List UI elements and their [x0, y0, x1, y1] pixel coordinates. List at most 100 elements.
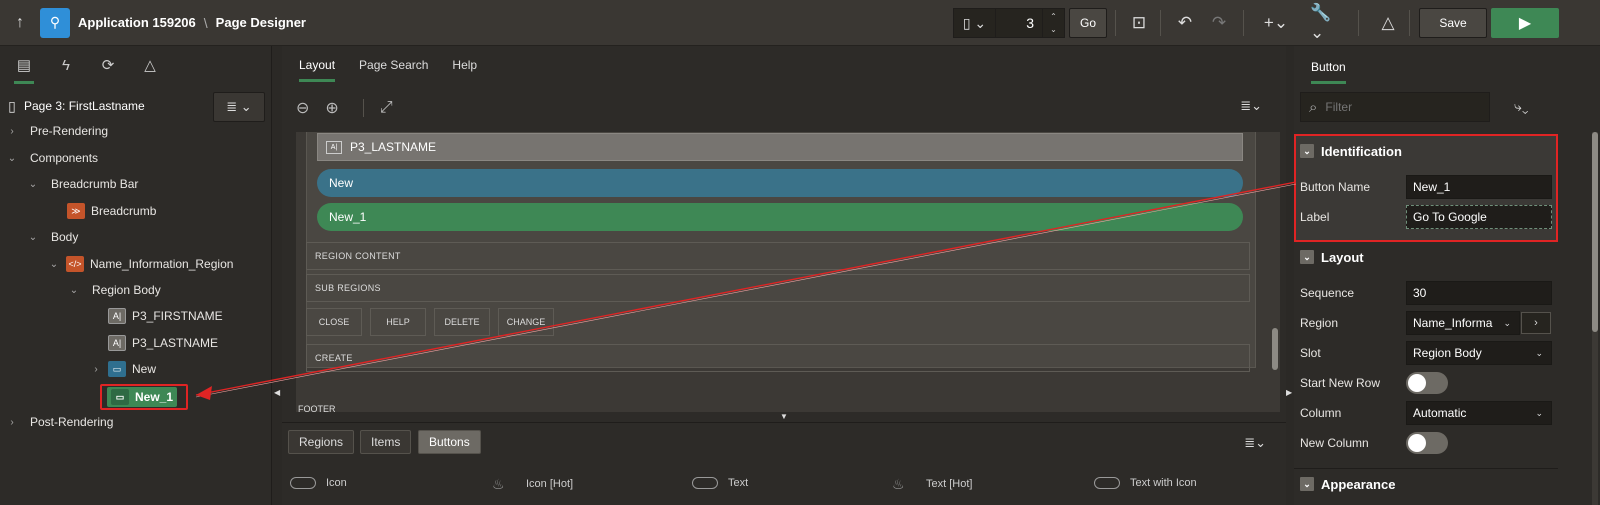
page-spinner[interactable]: ⌃ ⌄	[1042, 9, 1064, 37]
help-slot[interactable]: HELP	[370, 308, 426, 336]
label-input[interactable]: Go To Google	[1406, 205, 1552, 229]
go-to-region-button[interactable]: ›	[1521, 312, 1551, 334]
collapse-gallery-icon[interactable]: ▼	[780, 412, 788, 421]
scroll-thumb[interactable]	[1592, 132, 1598, 332]
canvas-button-new-1[interactable]: New_1	[317, 203, 1243, 231]
gallery-tab-buttons[interactable]: Buttons	[418, 430, 481, 454]
footer-slot-label[interactable]: FOOTER	[298, 404, 336, 414]
delete-slot[interactable]: DELETE	[434, 308, 490, 336]
identification-header[interactable]: ⌄ Identification	[1294, 136, 1558, 166]
chevron-up-icon[interactable]: ⌃	[1050, 10, 1057, 23]
right-splitter[interactable]: ▶	[1286, 46, 1294, 505]
canvas-scrollbar[interactable]	[1272, 132, 1278, 398]
chevron-down-icon[interactable]: ⌄	[6, 153, 18, 164]
canvas-item-p3-lastname[interactable]: A| P3_LASTNAME	[317, 133, 1243, 161]
chevron-right-icon[interactable]: ›	[6, 126, 18, 137]
tree-node-p3-firstname[interactable]: A| P3_FIRSTNAME	[0, 303, 272, 329]
processing-tab-icon[interactable]: ⟳	[96, 53, 120, 77]
chevron-down-icon[interactable]: ⌄	[27, 232, 39, 243]
go-button[interactable]: Go	[1069, 8, 1107, 38]
property-scrollbar[interactable]	[1592, 132, 1598, 505]
left-splitter[interactable]: ◀	[272, 46, 282, 505]
start-new-row-toggle[interactable]	[1406, 372, 1448, 394]
tab-page-search[interactable]: Page Search	[359, 58, 428, 72]
appearance-header[interactable]: ⌄ Appearance	[1294, 469, 1558, 499]
redo-icon[interactable]: ↷	[1208, 8, 1230, 38]
region-content-slot[interactable]: REGION CONTENT	[306, 242, 1250, 270]
chevron-down-icon[interactable]: ⌄	[1050, 23, 1057, 36]
close-slot[interactable]: CLOSE	[306, 308, 362, 336]
go-to-group-icon[interactable]: ⤷⌄	[1514, 98, 1528, 115]
filter-input[interactable]	[1325, 100, 1466, 114]
page-number-input[interactable]: 3	[996, 15, 1042, 31]
button-name-input[interactable]: New_1	[1406, 175, 1552, 199]
zoom-in-icon[interactable]: ⊕	[325, 98, 338, 118]
chevron-down-icon[interactable]: ⌄	[48, 259, 60, 270]
tree-node-post-rendering[interactable]: › Post-Rendering	[0, 409, 272, 435]
tab-help[interactable]: Help	[452, 58, 477, 72]
layout-menu-icon[interactable]: ≣⌄	[1240, 98, 1262, 114]
tree-node-new-1-highlight[interactable]: ▭ New_1	[100, 384, 188, 410]
collapse-right-icon[interactable]: ▶	[1286, 388, 1292, 397]
collapse-toggle-icon[interactable]: ⌄	[1300, 250, 1314, 264]
chevron-down-icon[interactable]: ⌄	[27, 179, 39, 190]
create-menu-icon[interactable]: +⌄	[1262, 8, 1290, 38]
utilities-wrench-icon[interactable]: 🔧⌄	[1310, 3, 1344, 42]
gallery-menu-icon[interactable]: ≣⌄	[1244, 435, 1266, 451]
canvas-button-new[interactable]: New	[317, 169, 1243, 197]
app-icon[interactable]: ⚲	[40, 7, 70, 38]
rendering-tab-icon[interactable]: ▤	[12, 53, 36, 84]
chevron-right-icon[interactable]: ›	[90, 364, 102, 375]
shared-components-icon[interactable]: △	[1377, 8, 1399, 38]
gallery-item-text-with-icon[interactable]: Text with Icon	[1094, 477, 1197, 489]
tree-node-body[interactable]: ⌄ Body	[0, 224, 272, 250]
collapse-toggle-icon[interactable]: ⌄	[1300, 477, 1314, 491]
create-slot[interactable]: CREATE	[306, 344, 1250, 372]
slot-select[interactable]: Region Body ⌄	[1406, 341, 1552, 365]
save-button[interactable]: Save	[1419, 8, 1487, 38]
tab-button-properties[interactable]: Button	[1311, 60, 1346, 84]
dynamic-actions-tab-icon[interactable]: ϟ	[54, 53, 78, 77]
column-select[interactable]: Automatic ⌄	[1406, 401, 1552, 425]
chevron-right-icon[interactable]: ›	[6, 417, 18, 428]
tree-node-components[interactable]: ⌄ Components	[0, 145, 272, 171]
run-button[interactable]: ▶	[1491, 8, 1559, 38]
tree-node-breadcrumb-bar[interactable]: ⌄ Breadcrumb Bar	[0, 171, 272, 197]
page-number-selector[interactable]: ▯ ⌄ 3 ⌃ ⌄	[953, 8, 1065, 38]
change-slot[interactable]: CHANGE	[498, 308, 554, 336]
prop-column: Column Automatic ⌄	[1300, 401, 1556, 425]
tree-node-new-1[interactable]: ▭ New_1	[107, 387, 177, 407]
up-arrow-icon[interactable]: ↑	[0, 0, 40, 46]
tree-node-region[interactable]: ⌄ </> Name_Information_Region	[0, 251, 272, 277]
scroll-thumb[interactable]	[1272, 328, 1278, 370]
expand-icon[interactable]: ⤢	[362, 99, 393, 117]
region-select[interactable]: Name_Informa ⌄	[1406, 311, 1520, 335]
tab-layout[interactable]: Layout	[299, 58, 336, 82]
lock-page-icon[interactable]: ⊡	[1128, 8, 1150, 38]
shared-components-tab-icon[interactable]: △	[138, 53, 162, 77]
sequence-input[interactable]: 30	[1406, 281, 1552, 305]
sub-regions-slot[interactable]: SUB REGIONS	[306, 274, 1250, 302]
chevron-down-icon[interactable]: ⌄	[68, 285, 80, 296]
collapse-toggle-icon[interactable]: ⌄	[1300, 144, 1314, 158]
app-title[interactable]: Application 159206	[78, 15, 196, 30]
layout-header[interactable]: ⌄ Layout	[1294, 242, 1558, 272]
gallery-item-text-hot[interactable]: ♨ Text [Hot]	[892, 477, 972, 491]
collapse-left-icon[interactable]: ◀	[274, 388, 280, 397]
tree-node-breadcrumb[interactable]: ≫ Breadcrumb	[0, 198, 272, 224]
tree-node-region-body[interactable]: ⌄ Region Body	[0, 277, 272, 303]
gallery-item-icon-hot[interactable]: ♨ Icon [Hot]	[492, 477, 573, 491]
gallery-tab-regions[interactable]: Regions	[288, 430, 355, 454]
zoom-out-icon[interactable]: ⊖	[296, 98, 309, 118]
gallery-item-icon[interactable]: Icon	[290, 477, 347, 489]
gallery-item-text[interactable]: Text	[692, 477, 748, 489]
property-filter[interactable]: ⌕	[1300, 92, 1490, 122]
tree-node-new[interactable]: › ▭ New	[0, 356, 272, 382]
tree-node-pre-rendering[interactable]: › Pre-Rendering	[0, 118, 272, 144]
prop-start-new-row: Start New Row	[1300, 371, 1556, 395]
tree-node-p3-lastname[interactable]: A| P3_LASTNAME	[0, 330, 272, 356]
new-column-toggle[interactable]	[1406, 432, 1448, 454]
undo-icon[interactable]: ↶	[1174, 8, 1196, 38]
gallery-tab-items[interactable]: Items	[360, 430, 412, 454]
document-icon[interactable]: ▯ ⌄	[954, 9, 996, 37]
